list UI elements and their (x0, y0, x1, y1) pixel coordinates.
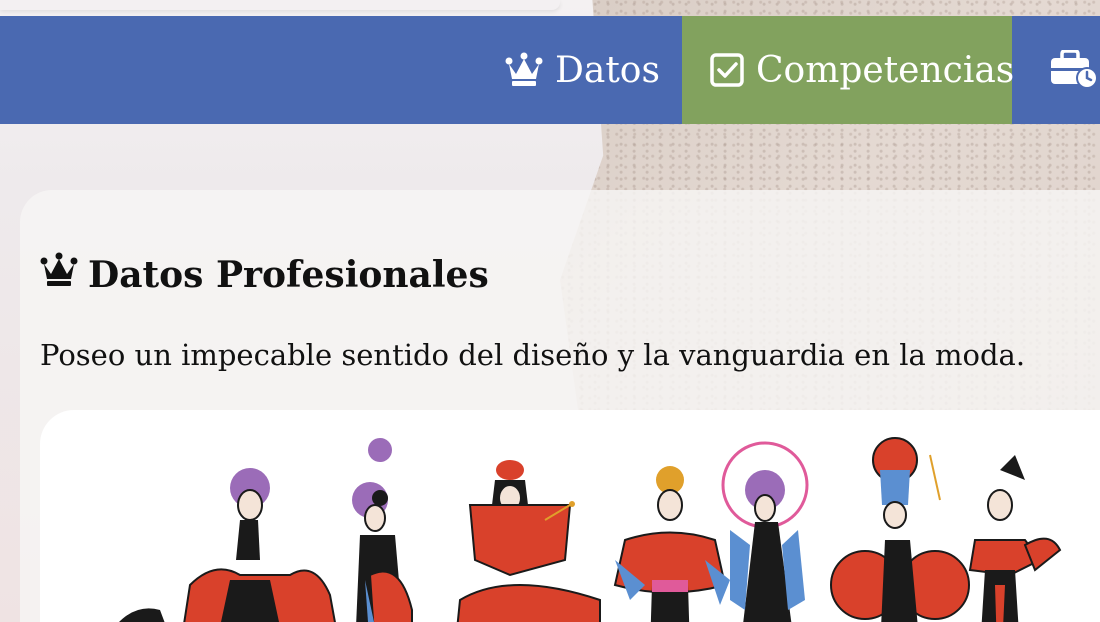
section-title: Datos Profesionales (40, 252, 489, 297)
nav-item-label: Datos (555, 49, 660, 91)
figure-illustration (352, 438, 413, 622)
figure-illustration (613, 466, 730, 622)
crown-icon (40, 252, 78, 297)
fashion-illustration (40, 410, 1100, 622)
figure-illustration (183, 468, 336, 622)
figure-illustration (119, 608, 165, 622)
figure-illustration (830, 437, 970, 622)
toolbox-clock-icon (1050, 50, 1100, 90)
nav-item-label: Competencias (756, 49, 1015, 91)
nav-item-competencias[interactable]: Competencias (682, 16, 1015, 124)
nav-item-datos[interactable]: Datos (505, 16, 682, 124)
nav-item-experiencia[interactable] (1012, 16, 1100, 124)
section-description: Poseo un impecable sentido del diseño y … (40, 338, 1026, 372)
figure-illustration (968, 455, 1062, 622)
section-title-text: Datos Profesionales (88, 253, 489, 296)
top-navbar: Datos Competencias (0, 16, 1100, 124)
crown-icon (505, 52, 543, 88)
figure-illustration (456, 460, 601, 622)
figure-illustration (721, 441, 809, 622)
checkbox-icon (710, 53, 744, 87)
top-strip (0, 0, 560, 10)
